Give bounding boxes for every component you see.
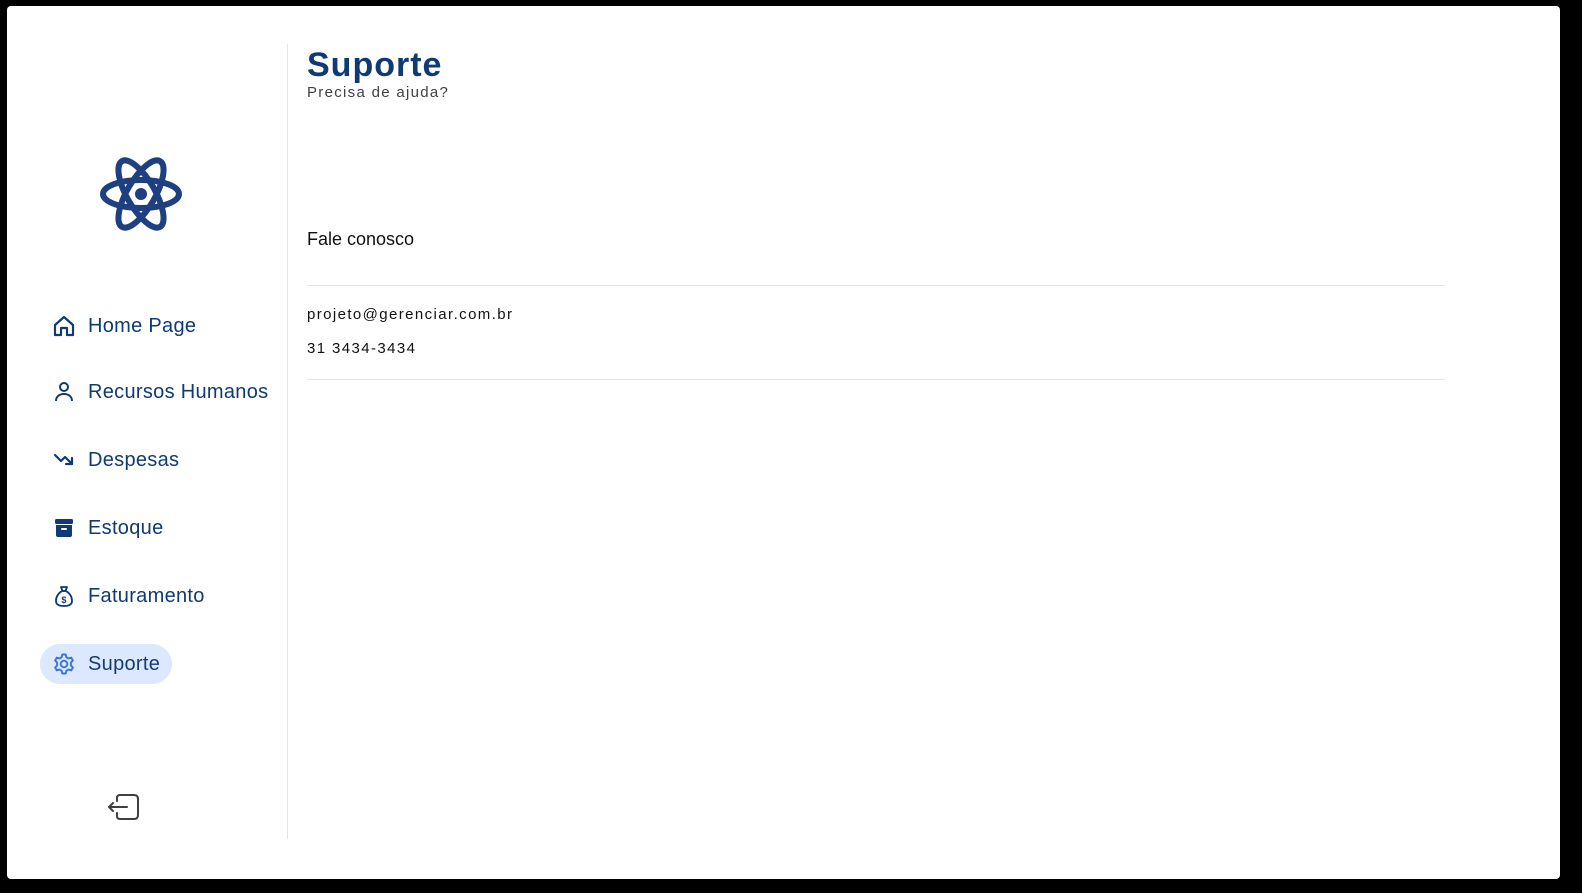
- contact-section-title: Fale conosco: [307, 229, 415, 249]
- sidebar-item-recursos-humanos[interactable]: Recursos Humanos: [40, 372, 280, 412]
- logout-icon[interactable]: [107, 792, 141, 822]
- money-bag-icon: $: [52, 584, 76, 608]
- sidebar-item-label: Suporte: [88, 652, 161, 675]
- user-icon: [52, 380, 76, 404]
- sidebar-item-faturamento[interactable]: $ Faturamento: [40, 576, 217, 616]
- sidebar-item-despesas[interactable]: Despesas: [40, 440, 191, 480]
- sidebar-item-home-page[interactable]: Home Page: [40, 306, 208, 346]
- page-subtitle: Precisa de ajuda?: [307, 84, 450, 101]
- archive-box-icon: [52, 516, 76, 540]
- divider: [307, 285, 1445, 286]
- divider: [307, 379, 1445, 380]
- svg-text:$: $: [61, 595, 66, 605]
- page-title: Suporte: [307, 46, 443, 84]
- gear-icon: [52, 652, 76, 676]
- contact-email: projeto@gerenciar.com.br: [307, 306, 514, 323]
- home-icon: [52, 314, 76, 338]
- trending-down-icon: [52, 448, 76, 472]
- atom-icon: [99, 154, 183, 234]
- sidebar-item-estoque[interactable]: Estoque: [40, 508, 176, 548]
- sidebar-item-suporte[interactable]: Suporte: [40, 644, 173, 684]
- app-window: Home Page Recursos Humanos Despesas Esto…: [7, 6, 1560, 879]
- contact-phone: 31 3434-3434: [307, 340, 417, 357]
- sidebar-item-label: Faturamento: [88, 584, 205, 607]
- sidebar: Home Page Recursos Humanos Despesas Esto…: [7, 44, 288, 839]
- sidebar-item-label: Estoque: [88, 516, 164, 539]
- sidebar-item-label: Despesas: [88, 448, 180, 471]
- sidebar-item-label: Home Page: [88, 314, 197, 337]
- sidebar-item-label: Recursos Humanos: [88, 380, 269, 403]
